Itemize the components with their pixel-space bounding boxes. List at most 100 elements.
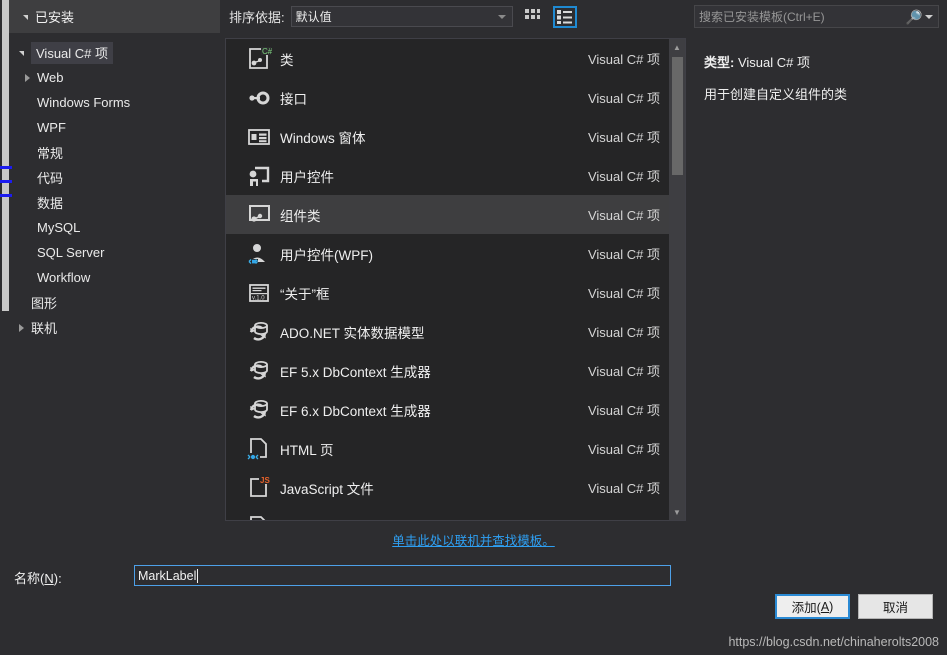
template-kind: Visual C# 项 — [587, 130, 660, 145]
class-file-icon: C# — [238, 46, 280, 72]
tree-item-1[interactable]: Web — [9, 65, 220, 90]
template-row[interactable]: 用户控件(WPF) Visual C# 项 — [226, 234, 670, 273]
template-name: Windows 窗体 — [280, 130, 366, 146]
template-row-partial[interactable] — [226, 507, 670, 520]
tree-item-label: Workflow — [37, 270, 91, 285]
tree-item-label: 图形 — [31, 296, 58, 311]
scroll-up-arrow[interactable]: ▲ — [669, 39, 685, 55]
template-row[interactable]: 用户控件 Visual C# 项 — [226, 156, 670, 195]
search-templates-input[interactable]: 搜索已安装模板(Ctrl+E) 🔍 — [694, 5, 939, 28]
tree-item-label: WPF — [37, 120, 66, 135]
tree-item-4[interactable]: 常规 — [9, 140, 220, 165]
template-row[interactable]: v.1.0 “关于”框 Visual C# 项 — [226, 273, 670, 312]
details-type-row: 类型: Visual C# 项 — [704, 52, 937, 71]
template-name: “关于”框 — [280, 286, 330, 302]
details-type-label: 类型: — [704, 55, 735, 70]
add-new-item-dialog: 已安装 排序依据: 默认值 搜索已安装模板(Ctrl+E) 🔍 Visual C… — [0, 0, 947, 655]
tree-item-11[interactable]: 联机 — [9, 315, 220, 340]
svg-text:JS: JS — [260, 476, 270, 485]
find-online-templates-link[interactable]: 单击此处以联机并查找模板。 — [0, 530, 947, 549]
tree-item-label: 代码 — [37, 171, 64, 186]
tree-item-label: Visual C# 项 — [31, 41, 114, 64]
sort-bar: 排序依据: 默认值 — [221, 0, 684, 33]
template-list-scrollbar[interactable]: ▲ ▼ — [669, 39, 685, 520]
chevron-right-icon[interactable] — [25, 73, 30, 82]
template-details-panel: 类型: Visual C# 项 用于创建自定义组件的类 — [690, 38, 947, 521]
scrollbar-thumb[interactable] — [672, 57, 683, 175]
template-kind: Visual C# 项 — [587, 286, 660, 301]
template-kind: Visual C# 项 — [587, 364, 660, 379]
template-name: EF 6.x DbContext 生成器 — [280, 403, 431, 419]
tiles-view-icon — [525, 9, 541, 19]
template-category-tree: Visual C# 项 Web Windows Forms WPF 常规代码数据 MySQ… — [9, 33, 220, 555]
user-control-icon — [238, 163, 280, 189]
template-name: 用户控件(WPF) — [280, 247, 373, 263]
tree-item-label: 常规 — [37, 146, 64, 161]
template-kind: Visual C# 项 — [587, 91, 660, 106]
sort-by-value: 默认值 — [295, 10, 332, 24]
tree-item-label: 联机 — [31, 321, 58, 336]
entity-model-icon — [238, 319, 280, 345]
cancel-button[interactable]: 取消 — [858, 594, 933, 619]
entity-model-icon — [238, 397, 280, 423]
template-row[interactable]: 接口 Visual C# 项 — [226, 78, 670, 117]
template-kind: Visual C# 项 — [587, 442, 660, 457]
list-view-icon — [557, 9, 573, 24]
interface-icon — [238, 85, 280, 111]
template-kind: Visual C# 项 — [587, 247, 660, 262]
template-name: 用户控件 — [280, 169, 334, 185]
tree-item-label: Web — [37, 70, 64, 85]
search-placeholder: 搜索已安装模板(Ctrl+E) — [699, 10, 825, 24]
about-box-icon: v.1.0 — [238, 280, 280, 306]
name-input[interactable]: MarkLabel — [134, 565, 671, 586]
chevron-down-icon[interactable] — [925, 15, 933, 19]
template-row[interactable]: EF 6.x DbContext 生成器 Visual C# 项 — [226, 390, 670, 429]
template-kind: Visual C# 项 — [587, 325, 660, 340]
tree-item-5[interactable]: 代码 — [9, 165, 220, 190]
template-name: EF 5.x DbContext 生成器 — [280, 364, 431, 380]
sort-by-dropdown[interactable]: 默认值 — [290, 6, 513, 27]
wpf-user-control-icon — [238, 241, 280, 267]
template-row[interactable]: C# 类 Visual C# 项 — [226, 39, 670, 78]
installed-header[interactable]: 已安装 — [9, 0, 220, 33]
template-row[interactable]: JS JavaScript 文件 Visual C# 项 — [226, 468, 670, 507]
tree-item-label: SQL Server — [37, 245, 105, 260]
chevron-down-icon[interactable] — [19, 51, 24, 56]
svg-text:v.1.0: v.1.0 — [252, 295, 265, 301]
template-row[interactable]: HTML 页 Visual C# 项 — [226, 429, 670, 468]
tiles-view-button[interactable] — [521, 6, 545, 28]
watermark-url: https://blog.csdn.net/chinaherolts2008 — [728, 635, 939, 649]
installed-header-label: 已安装 — [35, 10, 75, 25]
name-input-value: MarkLabel — [138, 568, 197, 583]
chevron-down-icon — [23, 15, 28, 20]
edge-marker-3 — [0, 194, 12, 197]
list-view-button[interactable] — [552, 5, 577, 28]
template-row[interactable]: EF 5.x DbContext 生成器 Visual C# 项 — [226, 351, 670, 390]
tree-item-7[interactable]: MySQL — [9, 215, 220, 240]
tree-item-6[interactable]: 数据 — [9, 190, 220, 215]
svg-text:C#: C# — [262, 47, 272, 56]
edge-marker-1 — [0, 166, 12, 169]
tree-item-3[interactable]: WPF — [9, 115, 220, 140]
tree-item-9[interactable]: Workflow — [9, 265, 220, 290]
sort-label: 排序依据: — [229, 10, 285, 25]
tree-item-2[interactable]: Windows Forms — [9, 90, 220, 115]
scroll-down-arrow[interactable]: ▼ — [669, 504, 685, 520]
entity-model-icon — [238, 358, 280, 384]
details-type-value: Visual C# 项 — [737, 55, 810, 70]
template-row[interactable]: Windows 窗体 Visual C# 项 — [226, 117, 670, 156]
template-name: ADO.NET 实体数据模型 — [280, 325, 425, 341]
template-kind: Visual C# 项 — [587, 208, 660, 223]
add-button[interactable]: 添加(A) — [775, 594, 850, 619]
chevron-right-icon[interactable] — [19, 323, 24, 332]
component-class-icon — [238, 202, 280, 228]
tree-item-10[interactable]: 图形 — [9, 290, 220, 315]
window-edge-scrollbar[interactable] — [2, 0, 9, 311]
template-list: C# 类 Visual C# 项 接口 Visual C# 项 Windows 窗体 V… — [225, 38, 686, 521]
javascript-file-icon: JS — [238, 475, 280, 501]
text-cursor — [197, 568, 199, 583]
tree-item-8[interactable]: SQL Server — [9, 240, 220, 265]
template-row[interactable]: ADO.NET 实体数据模型 Visual C# 项 — [226, 312, 670, 351]
tree-item-0[interactable]: Visual C# 项 — [9, 40, 220, 65]
template-row[interactable]: 组件类 Visual C# 项 — [226, 195, 670, 234]
